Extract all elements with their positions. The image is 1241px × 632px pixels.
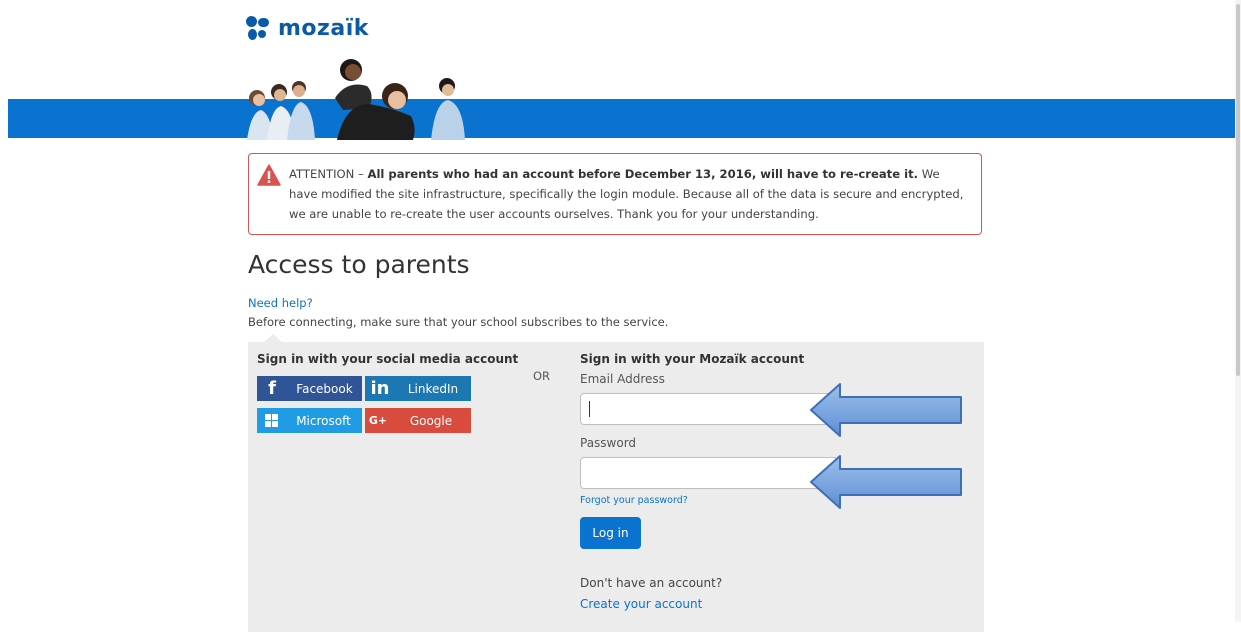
microsoft-signin-button[interactable]: Microsoft (257, 408, 362, 433)
email-field[interactable] (580, 393, 838, 425)
attention-alert: ATTENTION – All parents who had an accou… (248, 153, 982, 235)
google-button-label: Google (409, 413, 453, 428)
facebook-button-label: Facebook (296, 381, 353, 396)
scrollbar-thumb[interactable] (1236, 4, 1240, 376)
panel-pointer (264, 334, 282, 342)
family-photo-image (247, 59, 465, 140)
linkedin-button-label: LinkedIn (407, 381, 459, 396)
google-plus-icon: G+ (368, 414, 388, 427)
mozaik-logo[interactable]: mozaïk (246, 14, 369, 42)
email-label: Email Address (580, 372, 665, 386)
header-banner (8, 99, 1235, 138)
page-title: Access to parents (248, 250, 470, 279)
alert-prefix: ATTENTION – (289, 167, 368, 181)
warning-icon (257, 164, 281, 186)
mozaik-logo-mark-icon (246, 14, 270, 42)
alert-message: ATTENTION – All parents who had an accou… (289, 164, 965, 224)
brand-name: mozaïk (278, 15, 369, 41)
annotation-arrow-left-icon (810, 383, 962, 437)
google-signin-button[interactable]: G+ Google (365, 408, 471, 433)
social-signin-heading: Sign in with your social media account (257, 352, 519, 366)
microsoft-button-label: Microsoft (296, 413, 351, 428)
forgot-password-link[interactable]: Forgot your password? (580, 495, 688, 506)
password-field[interactable] (580, 457, 838, 489)
need-help-link[interactable]: Need help? (248, 296, 313, 310)
facebook-icon: f (268, 378, 276, 399)
linkedin-icon: in (370, 378, 390, 399)
subscription-note: Before connecting, make sure that your s… (248, 315, 669, 329)
login-button[interactable]: Log in (580, 517, 641, 549)
page-scrollbar[interactable] (1235, 0, 1241, 622)
or-separator: OR (533, 369, 551, 383)
annotation-arrow-left-icon (810, 455, 962, 509)
no-account-text: Don't have an account? (580, 576, 723, 590)
facebook-signin-button[interactable]: f Facebook (257, 376, 362, 401)
mozaik-signin-heading: Sign in with your Mozaïk account (580, 352, 805, 366)
password-label: Password (580, 436, 637, 450)
create-account-link[interactable]: Create your account (580, 597, 702, 611)
windows-icon (257, 408, 285, 433)
linkedin-signin-button[interactable]: in LinkedIn (365, 376, 471, 401)
alert-bold-text: All parents who had an account before De… (367, 167, 919, 181)
text-cursor (589, 401, 590, 417)
